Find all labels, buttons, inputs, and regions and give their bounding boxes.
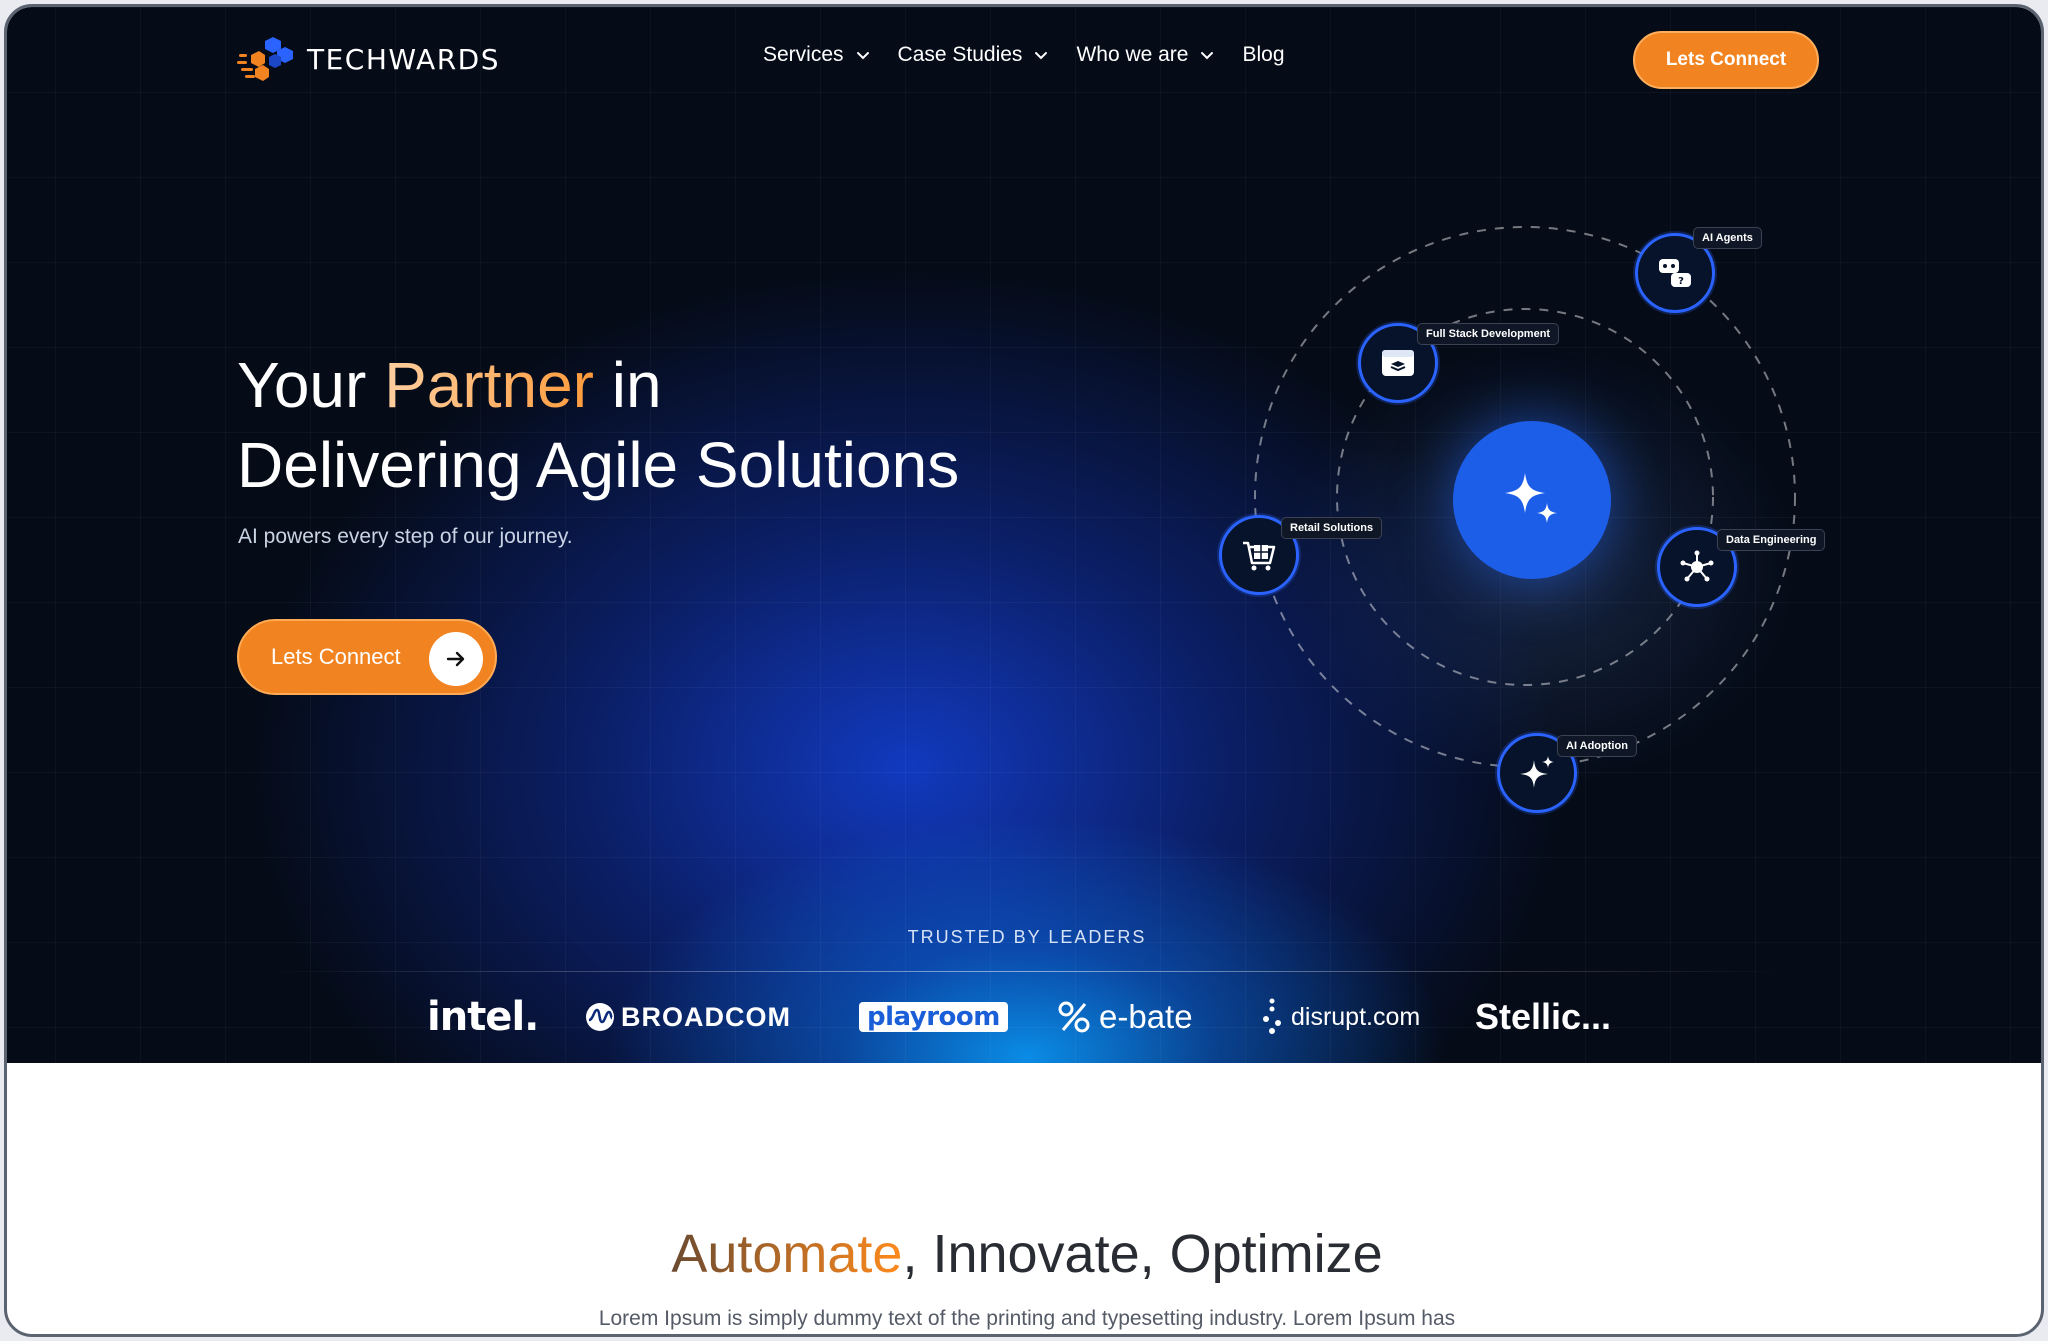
chat-bot-icon: ? <box>1659 259 1691 287</box>
broadcom-mark-icon <box>586 1003 614 1031</box>
hero-headline: Your Partner in Delivering Agile Solutio… <box>237 345 959 505</box>
section-title-accent: Automate <box>671 1224 903 1284</box>
nav-services-label: Services <box>763 43 844 66</box>
stellic-logo: Stellic... <box>1475 996 1612 1037</box>
arrow-right-icon <box>429 632 483 686</box>
broadcom-logo: BROADCOM <box>585 985 791 1049</box>
playroom-logo: playroom <box>859 985 1008 1049</box>
nav-blog-label: Blog <box>1242 43 1285 66</box>
intel-logo: intel. <box>427 994 539 1040</box>
brand-logo[interactable]: TECHWARDS <box>235 31 500 87</box>
section-title-rest: , Innovate, Optimize <box>902 1224 1383 1284</box>
ai-agents-tag: AI Agents <box>1693 227 1762 249</box>
browser-frame: TECHWARDS Services Case Studies Who we a… <box>4 4 2044 1337</box>
svg-text:?: ? <box>1678 276 1684 287</box>
section-body: Lorem Ipsum is simply dummy text of the … <box>598 1307 1456 1330</box>
brand-name: TECHWARDS <box>307 42 500 76</box>
retail-solutions-tag: Retail Solutions <box>1281 517 1383 539</box>
shopping-cart-icon <box>1243 541 1276 571</box>
broadcom-text: BROADCOM <box>621 1001 791 1032</box>
nav-who-we-are-label: Who we are <box>1076 43 1189 66</box>
disrupt-text: disrupt.com <box>1291 1002 1421 1031</box>
headline-accent: Partner <box>384 349 594 421</box>
chevron-down-icon <box>1035 52 1048 60</box>
browser-window-icon <box>1382 350 1414 376</box>
percent-icon <box>1058 1001 1090 1033</box>
network-hub-icon <box>1680 550 1714 582</box>
headline-line2: Delivering Agile Solutions <box>237 429 960 501</box>
nav-services[interactable]: Services <box>763 43 870 67</box>
headline-part2: in <box>593 349 662 421</box>
chevron-down-icon <box>1201 52 1214 60</box>
disrupt-logo: disrupt.com <box>1261 985 1420 1049</box>
hero-subtitle: AI powers every step of our journey. <box>238 525 573 548</box>
center-sparkles-node <box>1453 421 1611 579</box>
nav-case-studies[interactable]: Case Studies <box>898 43 1049 67</box>
hero-cta-label: Lets Connect <box>271 644 401 669</box>
nav-case-studies-label: Case Studies <box>897 43 1023 66</box>
chevron-down-icon <box>856 52 869 60</box>
client-logos: intel. BROADCOM playroom e-bate disrupt.… <box>7 985 2041 1049</box>
trusted-heading: TRUSTED BY LEADERS <box>907 927 1147 947</box>
ebate-text: e-bate <box>1099 998 1193 1035</box>
hero-section: TECHWARDS Services Case Studies Who we a… <box>7 7 2041 1063</box>
main-nav: Services Case Studies Who we are Blog <box>763 43 1285 67</box>
lets-connect-hero-button[interactable]: Lets Connect <box>237 619 497 695</box>
sparkle-icon <box>1520 756 1554 788</box>
headline-part1: Your <box>237 349 385 421</box>
trusted-divider <box>269 971 1785 972</box>
techwards-logo-icon <box>237 37 293 81</box>
disrupt-mark-icon <box>1263 998 1281 1034</box>
ai-adoption-tag: AI Adoption <box>1557 735 1637 757</box>
ebate-logo: e-bate <box>1057 985 1193 1049</box>
playroom-text: playroom <box>859 1002 1008 1032</box>
lets-connect-nav-button[interactable]: Lets Connect <box>1633 31 1819 89</box>
nav-blog[interactable]: Blog <box>1242 43 1284 67</box>
full-stack-tag: Full Stack Development <box>1417 323 1560 345</box>
nav-who-we-are[interactable]: Who we are <box>1076 43 1214 67</box>
sparkles-icon <box>1505 473 1557 523</box>
section-title: Automate, Innovate, Optimize <box>7 1223 2041 1285</box>
data-engineering-tag: Data Engineering <box>1717 529 1826 551</box>
